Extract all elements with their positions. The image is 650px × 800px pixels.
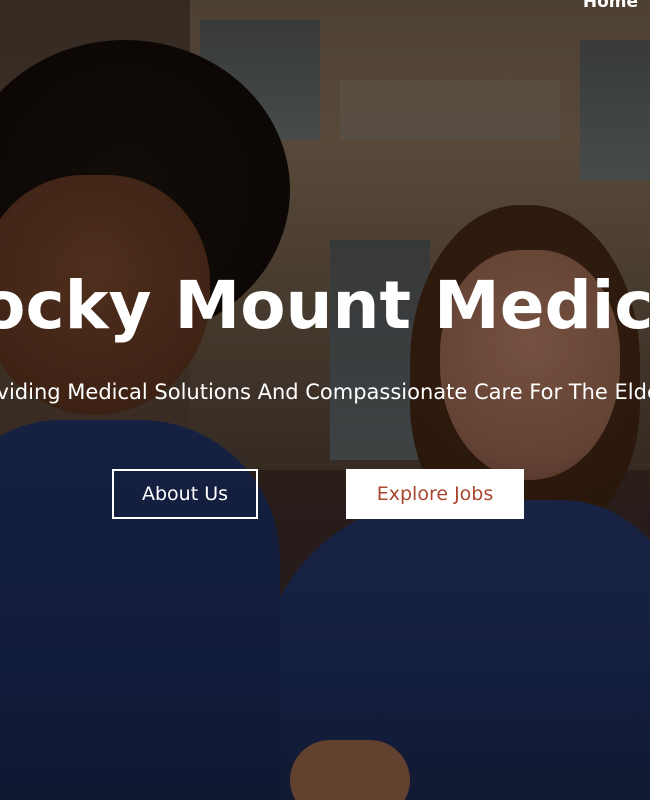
hero-section: Home Rocky Mount Medical Providing Medic…: [0, 0, 650, 800]
subline-container: Providing Medical Solutions And Compassi…: [0, 376, 650, 410]
hero-subline: Providing Medical Solutions And Compassi…: [0, 380, 650, 404]
nav-home-link[interactable]: Home: [583, 0, 638, 12]
explore-jobs-button[interactable]: Explore Jobs: [346, 469, 524, 519]
headline-container: Rocky Mount Medical: [0, 262, 650, 352]
hero-headline: Rocky Mount Medical: [0, 267, 650, 344]
about-us-button[interactable]: About Us: [112, 469, 258, 519]
